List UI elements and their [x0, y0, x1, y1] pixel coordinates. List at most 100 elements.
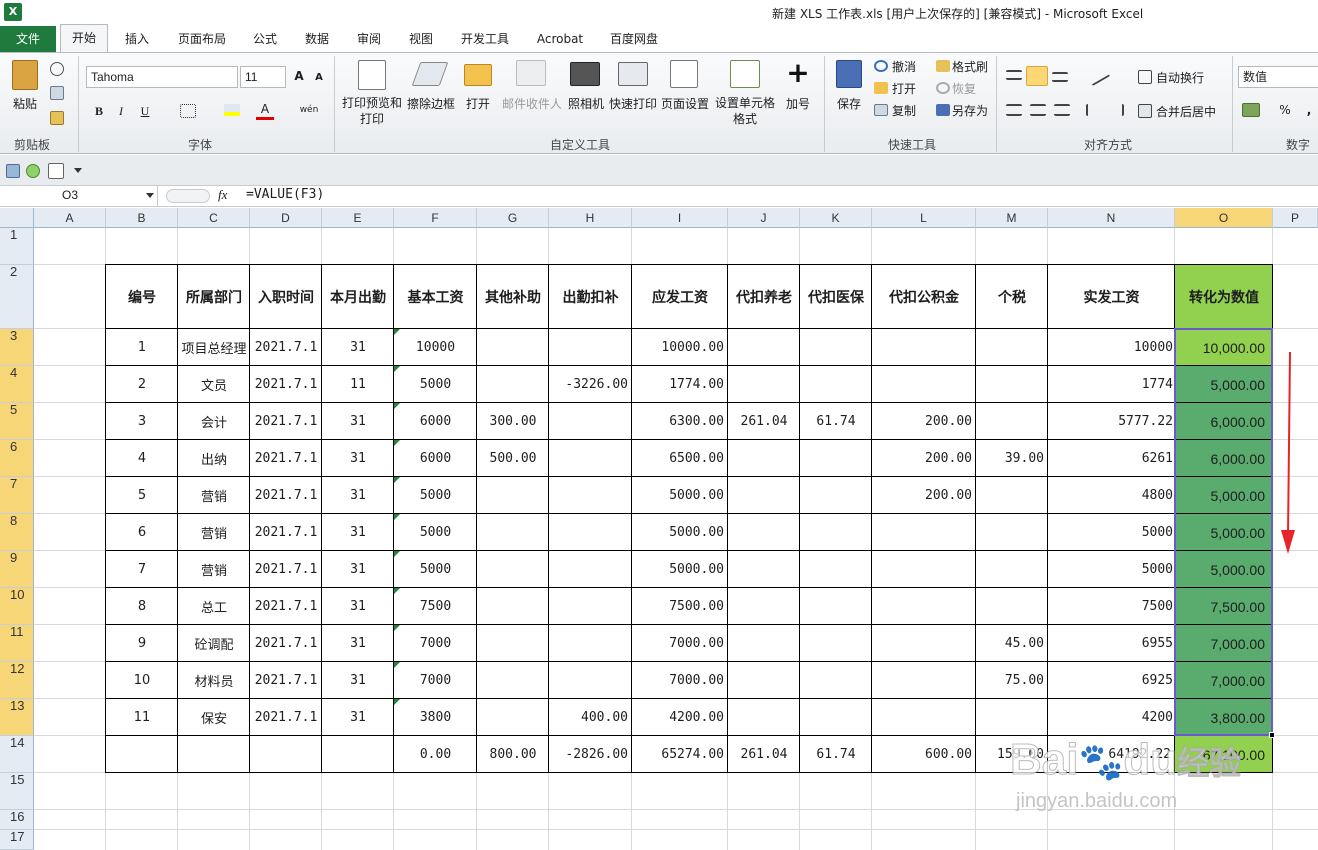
table-cell[interactable]: 6000	[394, 403, 477, 440]
total-cell[interactable]	[178, 736, 250, 773]
table-cell[interactable]	[800, 551, 872, 588]
increase-indent-icon[interactable]	[1108, 104, 1124, 116]
table-cell[interactable]: 7000	[394, 625, 477, 662]
save-as-button[interactable]: 另存为	[952, 102, 988, 119]
table-cell[interactable]	[800, 662, 872, 699]
align-top-icon[interactable]	[1006, 70, 1022, 80]
table-cell[interactable]: 6000	[394, 440, 477, 477]
table-cell[interactable]	[549, 551, 632, 588]
column-header-A[interactable]: A	[34, 208, 106, 228]
decrease-indent-icon[interactable]	[1086, 104, 1102, 116]
table-cell[interactable]	[800, 366, 872, 403]
table-cell[interactable]: 31	[322, 625, 394, 662]
table-cell[interactable]: 11	[106, 699, 178, 736]
table-cell[interactable]	[477, 588, 549, 625]
tab-formulas[interactable]: 公式	[246, 28, 284, 52]
phonetic-button[interactable]: wén	[298, 101, 320, 119]
table-cell[interactable]	[872, 329, 976, 366]
table-cell[interactable]	[800, 329, 872, 366]
column-header-H[interactable]: H	[549, 208, 632, 228]
table-cell[interactable]: 5000.00	[632, 551, 728, 588]
undo-button[interactable]: 撤消	[892, 58, 916, 75]
table-cell[interactable]: 10	[106, 662, 178, 699]
total-cell[interactable]: 0.00	[394, 736, 477, 773]
table-cell[interactable]: 4800	[1048, 477, 1175, 514]
table-cell[interactable]: 6955	[1048, 625, 1175, 662]
set-cell-format-button[interactable]: 设置单元格格式	[712, 95, 778, 127]
header-cell[interactable]: 个税	[976, 265, 1048, 329]
qat-refresh-icon[interactable]	[26, 164, 40, 178]
header-cell[interactable]: 基本工资	[394, 265, 477, 329]
table-cell[interactable]	[728, 551, 800, 588]
table-cell[interactable]: 营销	[178, 477, 250, 514]
tab-developer[interactable]: 开发工具	[452, 28, 518, 52]
total-cell[interactable]	[250, 736, 322, 773]
tab-page-layout[interactable]: 页面布局	[168, 28, 236, 52]
table-cell[interactable]: 5000	[1048, 514, 1175, 551]
table-cell[interactable]: 总工	[178, 588, 250, 625]
table-cell[interactable]	[800, 588, 872, 625]
column-header-F[interactable]: F	[394, 208, 477, 228]
table-cell[interactable]: 6500.00	[632, 440, 728, 477]
table-cell[interactable]: 5,000.00	[1175, 366, 1273, 403]
table-cell[interactable]: 31	[322, 662, 394, 699]
table-cell[interactable]: 2021.7.1	[250, 662, 322, 699]
header-cell[interactable]: 其他补助	[477, 265, 549, 329]
header-cell[interactable]: 出勤扣补	[549, 265, 632, 329]
erase-border-button[interactable]: 擦除边框	[404, 95, 458, 112]
table-cell[interactable]	[728, 514, 800, 551]
font-color-button[interactable]: A	[256, 100, 274, 120]
underline-button[interactable]: U	[136, 102, 154, 120]
table-cell[interactable]: 200.00	[872, 403, 976, 440]
table-cell[interactable]: 8	[106, 588, 178, 625]
table-cell[interactable]: 6925	[1048, 662, 1175, 699]
table-cell[interactable]: 6,000.00	[1175, 403, 1273, 440]
table-cell[interactable]: 营销	[178, 551, 250, 588]
table-cell[interactable]	[549, 329, 632, 366]
table-cell[interactable]	[728, 625, 800, 662]
table-cell[interactable]	[976, 514, 1048, 551]
camera-button[interactable]: 照相机	[566, 95, 606, 112]
total-cell[interactable]: 261.04	[728, 736, 800, 773]
align-bottom-icon[interactable]	[1052, 72, 1068, 82]
table-cell[interactable]: 31	[322, 588, 394, 625]
table-cell[interactable]: 10000.00	[632, 329, 728, 366]
column-header-C[interactable]: C	[178, 208, 250, 228]
table-cell[interactable]: 5000.00	[632, 477, 728, 514]
table-cell[interactable]: 5,000.00	[1175, 551, 1273, 588]
column-header-O[interactable]: O	[1175, 208, 1273, 228]
align-center-icon[interactable]	[1030, 104, 1046, 116]
table-cell[interactable]	[728, 588, 800, 625]
table-cell[interactable]	[728, 366, 800, 403]
total-cell[interactable]: 800.00	[477, 736, 549, 773]
table-cell[interactable]: 材料员	[178, 662, 250, 699]
table-cell[interactable]	[800, 440, 872, 477]
italic-button[interactable]: I	[112, 102, 130, 120]
column-header-P[interactable]: P	[1273, 208, 1318, 228]
header-cell[interactable]: 代扣医保	[800, 265, 872, 329]
tab-view[interactable]: 视图	[402, 28, 440, 52]
column-header-E[interactable]: E	[322, 208, 394, 228]
table-cell[interactable]	[872, 662, 976, 699]
table-cell[interactable]: 5000	[1048, 551, 1175, 588]
table-cell[interactable]: 2021.7.1	[250, 551, 322, 588]
insert-function-button[interactable]: fx	[218, 187, 227, 203]
table-cell[interactable]	[800, 699, 872, 736]
table-cell[interactable]: 31	[322, 329, 394, 366]
align-middle-icon[interactable]	[1026, 66, 1048, 86]
table-cell[interactable]	[872, 699, 976, 736]
total-cell[interactable]: -2826.00	[549, 736, 632, 773]
table-cell[interactable]: 5000	[394, 477, 477, 514]
table-cell[interactable]: 砼调配	[178, 625, 250, 662]
table-cell[interactable]: 会计	[178, 403, 250, 440]
table-cell[interactable]: 200.00	[872, 477, 976, 514]
open-quick-button[interactable]: 打开	[892, 80, 916, 97]
column-header-K[interactable]: K	[800, 208, 872, 228]
table-cell[interactable]: 7000.00	[632, 662, 728, 699]
page-setup-button[interactable]: 页面设置	[660, 95, 710, 112]
table-cell[interactable]	[477, 625, 549, 662]
table-cell[interactable]	[549, 588, 632, 625]
excel-icon[interactable]: X	[4, 3, 22, 21]
table-cell[interactable]: 2021.7.1	[250, 329, 322, 366]
table-cell[interactable]: 10,000.00	[1175, 329, 1273, 366]
